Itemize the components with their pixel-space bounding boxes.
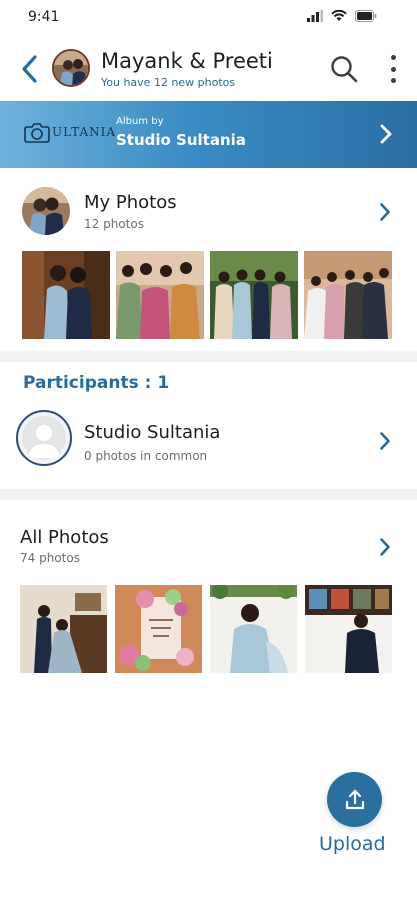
app-header: Mayank & Preeti You have 12 new photos [0,40,417,98]
banner-chevron [379,123,393,149]
participants-label: Participants : 1 [23,373,170,393]
my-photos-open-button[interactable] [379,202,391,226]
my-photos-count: 12 photos [84,217,144,231]
wifi-icon [331,10,347,21]
status-bar: 9:41 [0,0,417,36]
group-photo-image [116,251,204,339]
participant-name: Studio Sultania [84,422,221,443]
search-icon [331,56,358,83]
more-dot-icon [390,66,396,72]
couple-photo-icon [54,51,88,85]
all-photos-title: All Photos [20,527,109,548]
search-button[interactable] [329,54,359,84]
banner-studio-name: Studio Sultania [116,131,246,149]
signal-icon [307,10,323,22]
upload-button[interactable] [327,772,382,827]
photo-thumbnail[interactable] [116,251,204,339]
all-photos-open-button[interactable] [379,537,391,561]
banner-album-by-label: Album by [116,116,164,127]
user-icon [28,425,60,458]
group-photo-image [210,251,298,339]
studio-banner[interactable]: ULTANIA Album by Studio Sultania [0,101,417,168]
participant-avatar[interactable] [16,410,72,466]
my-photos-avatar [22,187,70,235]
back-button[interactable] [14,52,44,86]
upload-icon [345,789,364,809]
battery-icon [355,10,377,22]
chevron-right-icon [380,538,390,556]
groom-portrait-image [305,585,392,673]
photo-thumbnail[interactable] [305,585,392,673]
photo-thumbnail[interactable] [20,585,107,673]
studio-logo: ULTANIA [24,121,116,143]
photo-thumbnail[interactable] [210,585,297,673]
my-photos-title: My Photos [84,192,177,213]
all-photos-count: 74 photos [20,551,80,565]
more-dot-icon [390,55,396,60]
my-photos-thumbnails [22,251,392,339]
photo-thumbnail[interactable] [304,251,392,339]
chevron-right-icon [380,124,392,144]
photo-thumbnail[interactable] [115,585,202,673]
chevron-left-icon [22,55,37,83]
my-photos-section: My Photos 12 photos [0,170,417,350]
chevron-right-icon [380,432,390,450]
section-divider [0,489,417,500]
camera-logo-icon [24,123,50,143]
album-subtitle: You have 12 new photos [101,76,236,89]
couple-portrait-image [22,251,110,339]
all-photos-thumbnails [20,585,392,673]
section-divider [0,351,417,362]
album-avatar[interactable] [52,49,90,87]
participant-open-button[interactable] [379,431,391,455]
couple-portrait-image [20,585,107,673]
more-options-button[interactable] [385,53,401,85]
default-user-icon [22,416,66,460]
bride-portrait-image [210,585,297,673]
album-title: Mayank & Preeti [101,49,273,73]
floral-welcome-board-image [115,585,202,673]
chevron-right-icon [380,203,390,221]
upload-label[interactable]: Upload [319,833,386,855]
couple-photo-icon [22,187,70,235]
status-time: 9:41 [28,9,60,25]
more-dot-icon [390,78,396,83]
studio-logo-text: ULTANIA [52,125,117,139]
photo-thumbnail[interactable] [210,251,298,339]
group-photo-image [304,251,392,339]
participant-common-count: 0 photos in common [84,449,208,463]
photo-thumbnail[interactable] [22,251,110,339]
status-icons [307,10,377,22]
